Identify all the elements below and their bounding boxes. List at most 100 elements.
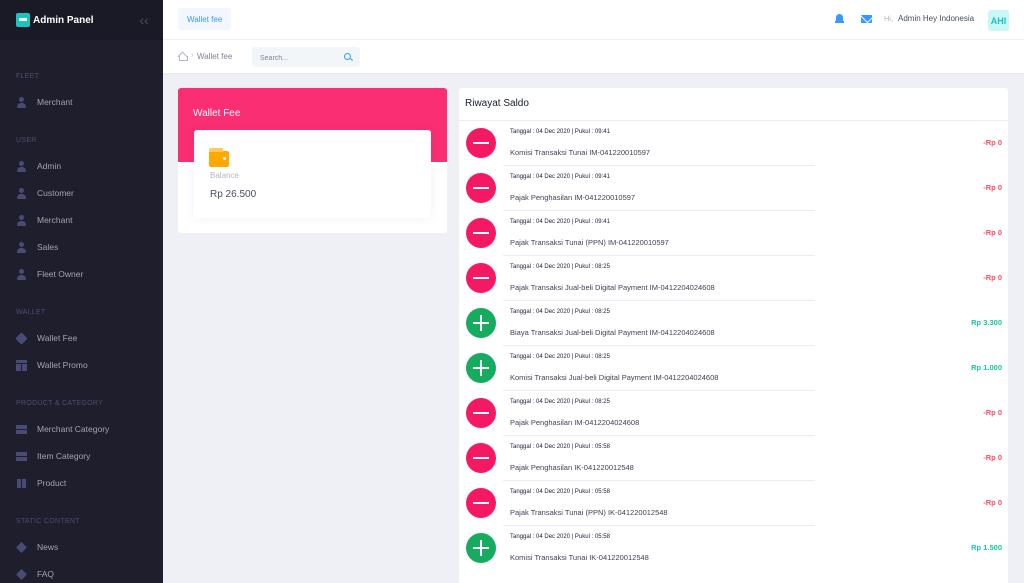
subheader: › Wallet fee [163, 40, 1024, 73]
tab-wallet-fee[interactable]: Wallet fee [178, 8, 232, 30]
transaction-row[interactable]: Tanggal : 04 Dec 2020 | Pukul : 09:41 Pa… [459, 211, 1008, 256]
user-icon [16, 241, 27, 253]
transaction-description: Pajak Transaksi Tunai (PPN) IK-041220012… [510, 508, 668, 517]
sidebar-item-merchant[interactable]: Merchant [0, 209, 163, 231]
transaction-amount: Rp 1.000 [971, 363, 1002, 372]
transaction-date: Tanggal : 04 Dec 2020 | Pukul : 05:58 [510, 534, 610, 540]
transaction-row[interactable]: Tanggal : 04 Dec 2020 | Pukul : 05:58 Ko… [459, 526, 1008, 571]
transaction-row[interactable]: Tanggal : 04 Dec 2020 | Pukul : 08:25 Pa… [459, 391, 1008, 436]
sidebar-item-label: Fleet Owner [37, 269, 84, 279]
sidebar-item-label: Wallet Fee [37, 333, 78, 343]
transaction-amount: -Rp 0 [983, 228, 1002, 237]
book-icon [16, 478, 27, 489]
transaction-amount: Rp 1.500 [971, 543, 1002, 552]
transaction-date: Tanggal : 04 Dec 2020 | Pukul : 09:41 [510, 129, 610, 135]
brand-title: Admin Panel [33, 14, 94, 26]
avatar[interactable]: AHI [988, 10, 1009, 31]
sidebar-item-wallet-fee[interactable]: Wallet Fee [0, 327, 163, 349]
transaction-description: Pajak Transaksi Tunai (PPN) IM-041220010… [510, 238, 669, 247]
breadcrumb-separator: › [191, 52, 194, 59]
transaction-amount: -Rp 0 [983, 498, 1002, 507]
sidebar-item-admin[interactable]: Admin [0, 155, 163, 177]
section-title-product-category: PRODUCT & CATEGORY [16, 400, 104, 407]
sidebar-item-label: Merchant [37, 97, 73, 107]
minus-circle-icon [466, 128, 496, 158]
sidebar-item-news[interactable]: News [0, 536, 163, 558]
transaction-amount: -Rp 0 [983, 183, 1002, 192]
wallet-fee-card: Wallet Fee Balance Rp 26.500 [178, 88, 447, 233]
section-title-static-content: STATIC CONTENT [16, 518, 80, 525]
search-input[interactable] [252, 48, 338, 69]
balance-history-panel: Riwayat Saldo Tanggal : 04 Dec 2020 | Pu… [459, 88, 1008, 583]
sidebar-item-customer[interactable]: Customer [0, 182, 163, 204]
transaction-date: Tanggal : 04 Dec 2020 | Pukul : 05:58 [510, 444, 610, 450]
transaction-description: Komisi Transaksi Tunai IK-041220012548 [510, 553, 649, 562]
diamond-icon [16, 568, 27, 580]
user-name[interactable]: Admin Hey Indonesia [898, 14, 974, 23]
minus-circle-icon [466, 173, 496, 203]
transaction-amount: -Rp 0 [983, 408, 1002, 417]
sidebar-item-label: FAQ [37, 569, 55, 579]
transaction-date: Tanggal : 04 Dec 2020 | Pukul : 09:41 [510, 174, 610, 180]
transaction-amount: -Rp 0 [983, 273, 1002, 282]
minus-circle-icon [466, 218, 496, 248]
section-title-user: USER [16, 137, 37, 144]
sidebar-item-merchant-category[interactable]: Merchant Category [0, 418, 163, 440]
layers-icon [16, 451, 27, 462]
plus-circle-icon [466, 353, 496, 383]
search-box [252, 47, 360, 69]
transaction-description: Pajak Penghasilan IM-0412204024608 [510, 418, 640, 427]
section-title-fleet: FLEET [16, 73, 40, 80]
sidebar-item-label: Merchant Category [37, 424, 110, 434]
transaction-amount: -Rp 0 [983, 453, 1002, 462]
minus-circle-icon [466, 443, 496, 473]
transaction-row[interactable]: Tanggal : 04 Dec 2020 | Pukul : 09:41 Ko… [459, 121, 1008, 166]
history-title: Riwayat Saldo [465, 98, 529, 109]
balance-box: Balance Rp 26.500 [194, 130, 431, 218]
greeting: Hi, [884, 14, 894, 23]
transaction-row[interactable]: Tanggal : 04 Dec 2020 | Pukul : 08:25 Ko… [459, 346, 1008, 391]
brand-logo [16, 13, 30, 27]
transaction-description: Pajak Penghasilan IM-041220010597 [510, 193, 636, 202]
breadcrumb[interactable]: Wallet fee [197, 52, 232, 61]
sidebar-item-label: Merchant [37, 215, 73, 225]
transaction-row[interactable]: Tanggal : 04 Dec 2020 | Pukul : 09:41 Pa… [459, 166, 1008, 211]
sidebar-item-label: News [37, 542, 59, 552]
layers-icon [16, 424, 27, 435]
transaction-date: Tanggal : 04 Dec 2020 | Pukul : 08:25 [510, 354, 610, 360]
transaction-description: Pajak Transaksi Jual-beli Digital Paymen… [510, 283, 715, 292]
wallet-card-title: Wallet Fee [193, 108, 241, 119]
transaction-row[interactable]: Tanggal : 04 Dec 2020 | Pukul : 05:58 Pa… [459, 481, 1008, 526]
wallet-icon [209, 148, 229, 167]
sidebar-item-faq[interactable]: FAQ [0, 563, 163, 583]
sidebar-item-item-category[interactable]: Item Category [0, 445, 163, 467]
transaction-description: Komisi Transaksi Tunai IM-041220010597 [510, 148, 651, 157]
balance-label: Balance [210, 171, 239, 180]
transaction-amount: -Rp 0 [983, 138, 1002, 147]
sidebar-item-fleet-owner[interactable]: Fleet Owner [0, 263, 163, 285]
sidebar-item-product[interactable]: Product [0, 472, 163, 494]
search-icon[interactable] [344, 53, 351, 60]
bell-icon[interactable] [835, 14, 844, 23]
diamond-icon [16, 541, 27, 553]
section-title-wallet: WALLET [16, 309, 46, 316]
transaction-row[interactable]: Tanggal : 04 Dec 2020 | Pukul : 08:25 Bi… [459, 301, 1008, 346]
sidebar: Admin Panel ‹‹ FLEET Merchant USER Admin… [0, 0, 163, 583]
mail-icon[interactable] [861, 15, 872, 23]
minus-circle-icon [466, 488, 496, 518]
transaction-description: Pajak Penghasilan IK-041220012548 [510, 463, 634, 472]
topbar: Wallet fee Hi, Admin Hey Indonesia AHI [163, 0, 1024, 40]
user-icon [16, 214, 27, 226]
home-icon[interactable] [178, 52, 188, 61]
sidebar-item-sales[interactable]: Sales [0, 236, 163, 258]
sidebar-item-label: Customer [37, 188, 74, 198]
grid-icon [16, 359, 27, 371]
sidebar-item-label: Product [37, 478, 67, 488]
sidebar-collapse-icon[interactable]: ‹‹ [137, 12, 151, 28]
transaction-row[interactable]: Tanggal : 04 Dec 2020 | Pukul : 08:25 Pa… [459, 256, 1008, 301]
transaction-date: Tanggal : 04 Dec 2020 | Pukul : 05:58 [510, 489, 610, 495]
sidebar-item-wallet-promo[interactable]: Wallet Promo [0, 354, 163, 376]
sidebar-item-fleet-merchant[interactable]: Merchant [0, 91, 163, 113]
transaction-row[interactable]: Tanggal : 04 Dec 2020 | Pukul : 05:58 Pa… [459, 436, 1008, 481]
plus-circle-icon [466, 308, 496, 338]
